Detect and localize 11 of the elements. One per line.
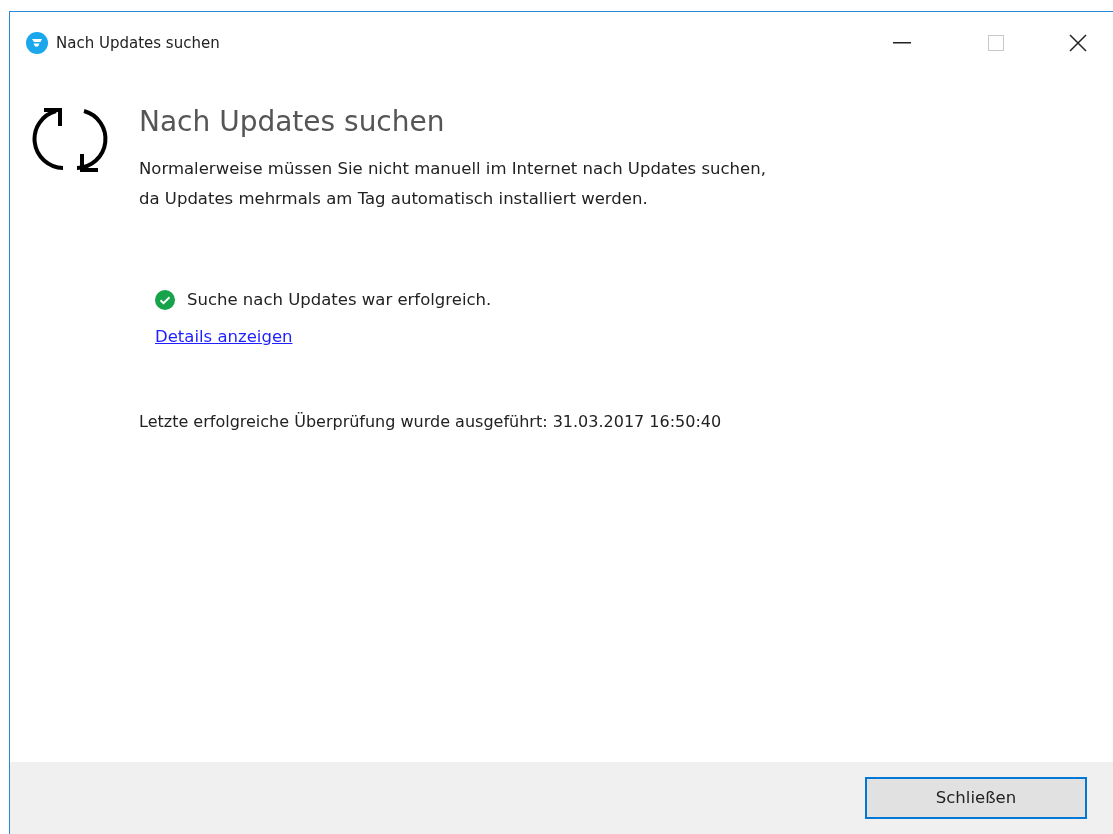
last-check-text: Letzte erfolgreiche Überprüfung wurde ausgeführt: 31.03.2017 16:50:40 [139,410,723,433]
details-link[interactable]: Details anzeigen [155,324,293,350]
status-message: Suche nach Updates war erfolgreich. [187,289,492,311]
close-icon [1069,34,1087,52]
close-dialog-button[interactable]: Schließen [865,777,1087,819]
description-text: Normalerweise müssen Sie nicht manuell im Internet nach Updates suchen, da Updates mehrmals am Tag automatisch installiert werden. [139,158,766,210]
shield-logo-icon [26,32,48,54]
maximize-icon [988,35,1004,51]
minimize-icon [893,42,911,44]
window-title: Nach Updates suchen [56,32,220,54]
dialog-heading: Nach Updates suchen [139,104,446,140]
